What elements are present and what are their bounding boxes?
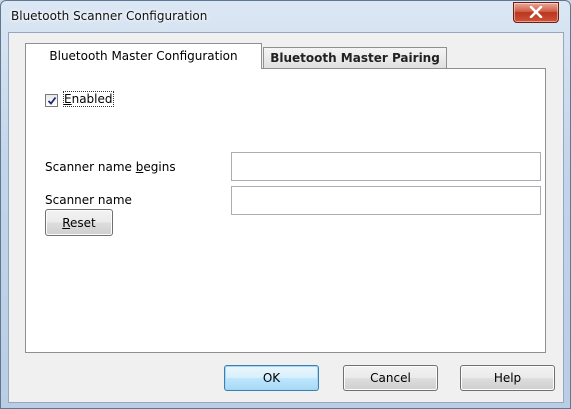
tab-panel: Enabled Scanner name begins Scanner name… — [25, 68, 546, 353]
label-suffix: egins — [143, 160, 176, 174]
dialog-client-area: Bluetooth Master Configuration Bluetooth… — [8, 32, 564, 403]
enabled-label-text: Enabled — [63, 91, 114, 107]
tab-label: Bluetooth Master Configuration — [49, 49, 238, 63]
dialog-window: Bluetooth Scanner Configuration Bluetoot… — [0, 0, 571, 409]
scanner-name-input[interactable] — [231, 186, 541, 215]
reset-button[interactable]: Reset — [45, 209, 113, 236]
checkmark-icon — [47, 96, 57, 105]
mnemonic-letter: R — [62, 215, 71, 230]
enabled-checkbox[interactable] — [45, 94, 58, 107]
close-icon — [529, 6, 543, 18]
window-title: Bluetooth Scanner Configuration — [11, 9, 208, 23]
tab-bluetooth-master-pairing[interactable]: Bluetooth Master Pairing — [263, 47, 447, 69]
label-prefix: Scanner name — [45, 160, 136, 174]
scanner-name-label: Scanner name — [45, 193, 132, 207]
cancel-button[interactable]: Cancel — [343, 365, 438, 391]
scanner-name-begins-input[interactable] — [231, 152, 541, 181]
close-button[interactable] — [513, 2, 559, 23]
button-label: eset — [70, 215, 96, 230]
ok-button[interactable]: OK — [224, 365, 319, 391]
tab-bluetooth-master-configuration[interactable]: Bluetooth Master Configuration — [25, 43, 262, 69]
mnemonic-letter: E — [64, 92, 72, 106]
label-suffix: nabled — [71, 92, 113, 106]
tab-label: Bluetooth Master Pairing — [270, 51, 440, 65]
title-bar[interactable]: Bluetooth Scanner Configuration — [1, 1, 570, 31]
scanner-name-begins-label: Scanner name begins — [45, 160, 176, 174]
enabled-label[interactable]: Enabled — [63, 91, 114, 107]
help-button[interactable]: Help — [460, 365, 555, 391]
